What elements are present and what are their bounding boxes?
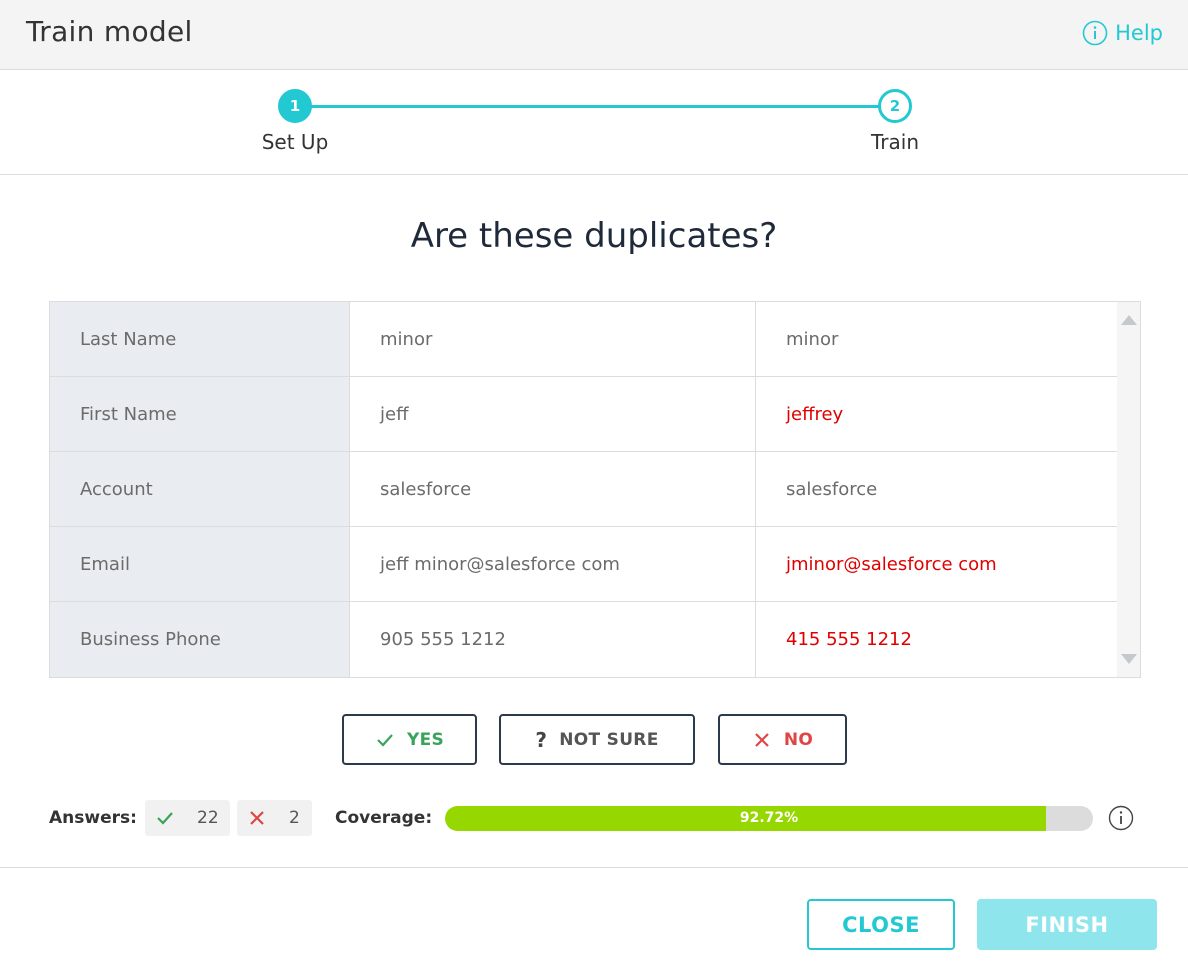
- info-icon[interactable]: [1108, 805, 1134, 831]
- scroll-up-icon[interactable]: [1121, 315, 1137, 325]
- field-label: Business Phone: [50, 602, 350, 677]
- yes-button[interactable]: YES: [342, 714, 477, 765]
- not-sure-label: NOT SURE: [559, 729, 659, 750]
- coverage-percent: 92.72%: [739, 810, 799, 826]
- table-row: Last Name minor minor: [50, 302, 1118, 377]
- training-stats: Answers: 22 2 Coverage: 92.72%: [0, 800, 1188, 837]
- step-2-label: Train: [871, 130, 919, 154]
- table-row: Business Phone 905 555 1212 415 555 1212: [50, 602, 1118, 677]
- record-a-value: minor: [350, 302, 756, 376]
- check-icon: [157, 812, 173, 825]
- question-mark-icon: ?: [535, 727, 548, 752]
- step-2-indicator: 2: [878, 89, 912, 123]
- answer-buttons: YES ? NOT SURE NO: [0, 714, 1188, 766]
- help-link[interactable]: Help: [1082, 20, 1163, 46]
- table-row: First Name jeff jeffrey: [50, 377, 1118, 452]
- yes-count-badge: 22: [145, 800, 230, 836]
- not-sure-button[interactable]: ? NOT SURE: [499, 714, 695, 765]
- field-label: Last Name: [50, 302, 350, 376]
- record-b-value-diff: jminor@salesforce com: [786, 553, 997, 575]
- record-a-value: salesforce: [350, 452, 756, 526]
- stepper-line: [295, 105, 895, 108]
- close-icon: [250, 811, 264, 825]
- help-label: Help: [1115, 21, 1163, 45]
- table-row: Account salesforce salesforce: [50, 452, 1118, 527]
- no-count: 2: [289, 808, 300, 828]
- scroll-down-icon[interactable]: [1121, 654, 1137, 664]
- no-count-badge: 2: [237, 800, 312, 836]
- dialog-footer: CLOSE FINISH: [0, 867, 1188, 973]
- answers-label: Answers:: [49, 808, 137, 828]
- progress-stepper: 1 2 Set Up Train: [0, 70, 1188, 175]
- question-heading: Are these duplicates?: [410, 216, 778, 256]
- table-scrollbar[interactable]: [1117, 302, 1140, 677]
- record-b-value: minor: [786, 328, 839, 350]
- record-b-value-diff: jeffrey: [786, 403, 844, 425]
- record-b-value-diff: 415 555 1212: [786, 629, 912, 650]
- yes-label: YES: [406, 729, 445, 750]
- record-a-value: 905 555 1212: [350, 602, 756, 677]
- field-label: Account: [50, 452, 350, 526]
- close-icon: [755, 732, 769, 747]
- table-row: Email jeff minor@salesforce com jminor@s…: [50, 527, 1118, 602]
- finish-button[interactable]: FINISH: [977, 899, 1157, 950]
- record-b-value: salesforce: [786, 478, 878, 500]
- dialog-title: Train model: [26, 15, 193, 48]
- step-1-indicator: 1: [278, 89, 312, 123]
- close-button[interactable]: CLOSE: [807, 899, 955, 950]
- field-label: First Name: [50, 377, 350, 451]
- record-a-value: jeff: [350, 377, 756, 451]
- yes-count: 22: [197, 808, 219, 828]
- coverage-progress-bar: 92.72%: [445, 806, 1093, 831]
- check-icon: [377, 733, 393, 747]
- comparison-table: Last Name minor minor First Name jeff je…: [49, 301, 1141, 678]
- info-icon: [1082, 20, 1108, 46]
- step-1-label: Set Up: [261, 130, 329, 154]
- no-button[interactable]: NO: [718, 714, 847, 765]
- field-label: Email: [50, 527, 350, 601]
- no-label: NO: [783, 729, 814, 750]
- dialog-header: Train model Help: [0, 0, 1188, 70]
- coverage-label: Coverage:: [335, 808, 433, 828]
- record-a-value: jeff minor@salesforce com: [350, 527, 756, 601]
